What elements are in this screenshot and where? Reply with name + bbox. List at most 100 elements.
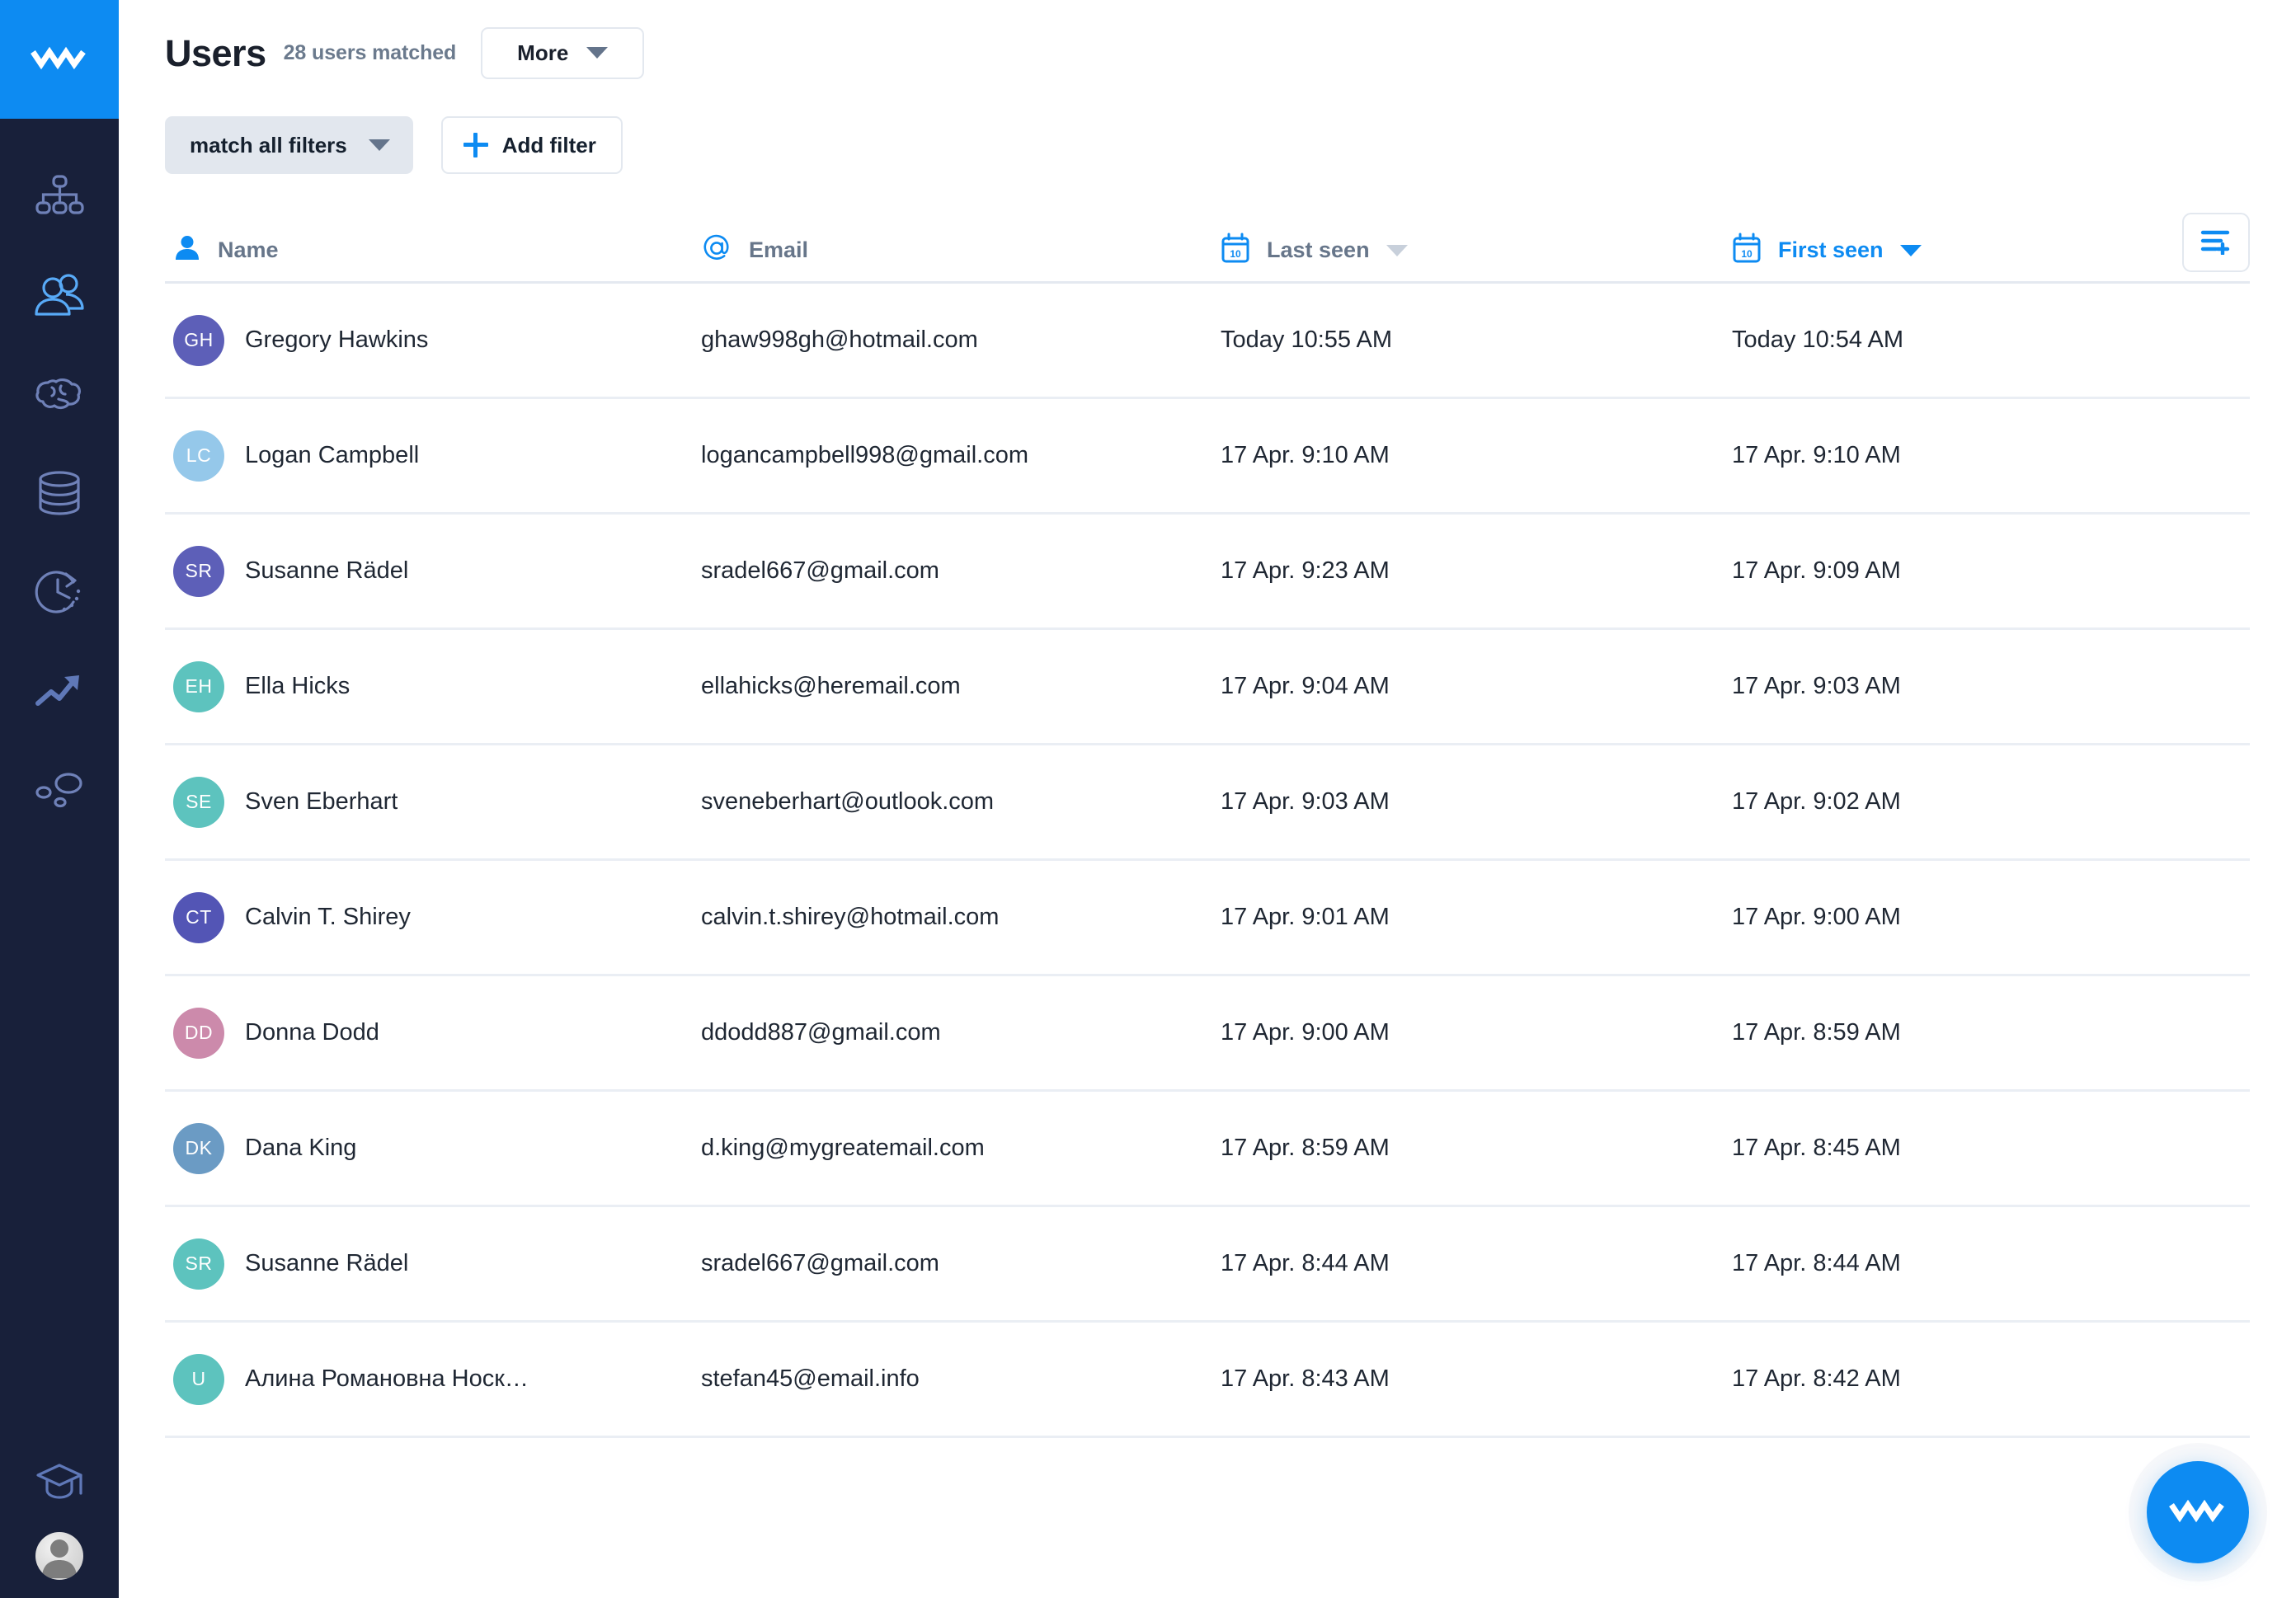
database-icon	[36, 470, 82, 516]
sidebar-item-users[interactable]	[0, 246, 119, 345]
avatar: DD	[173, 1008, 224, 1059]
cell-first-seen: 17 Apr. 9:03 AM	[1732, 673, 2243, 700]
cell-first-seen: 17 Apr. 9:02 AM	[1732, 788, 2243, 815]
user-name: Ella Hicks	[245, 673, 350, 700]
cell-name: LC Logan Campbell	[165, 430, 701, 482]
match-mode-label: match all filters	[190, 133, 347, 158]
cell-last-seen: 17 Apr. 9:04 AM	[1221, 673, 1732, 700]
plus-icon	[463, 133, 488, 157]
cell-name: SR Susanne Rädel	[165, 546, 701, 597]
cell-first-seen: 17 Apr. 9:10 AM	[1732, 442, 2243, 469]
table-row[interactable]: DKDana Kingd.king@mygreatemail.com17 Apr…	[165, 1092, 2250, 1207]
org-hierarchy-icon	[34, 173, 85, 219]
table-row[interactable]: SESven Eberhartsveneberhart@outlook.com1…	[165, 745, 2250, 861]
add-column-button[interactable]	[2182, 213, 2250, 272]
sidebar-item-history[interactable]	[0, 543, 119, 642]
cell-first-seen: Today 10:54 AM	[1732, 327, 2243, 354]
sidebar-item-insights[interactable]	[0, 345, 119, 444]
sidebar-item-trends[interactable]	[0, 642, 119, 740]
sidebar-item-academy[interactable]	[0, 1435, 119, 1532]
match-count-label: 28 users matched	[284, 41, 457, 65]
page-title: Users	[165, 35, 266, 72]
column-header-name[interactable]: Name	[165, 234, 701, 266]
cell-email: sradel667@gmail.com	[701, 557, 1221, 585]
clock-history-icon	[35, 569, 84, 615]
table-row[interactable]: SR Susanne Rädel sradel667@gmail.com 17 Apr…	[165, 515, 2250, 630]
messenger-launcher-button[interactable]	[2147, 1461, 2249, 1563]
user-name: Logan Campbell	[245, 442, 419, 469]
table-row[interactable]: UАлина Романовна Носк…stefan45@email.inf…	[165, 1323, 2250, 1438]
cell-name: DK Dana King	[165, 1123, 701, 1174]
column-header-email-label: Email	[749, 237, 808, 263]
sidebar-nav	[0, 119, 119, 839]
cell-name: SRSusanne Rädel	[165, 1238, 701, 1290]
sort-caret-icon[interactable]	[1900, 245, 1922, 256]
cell-last-seen: 17 Apr. 9:03 AM	[1221, 788, 1732, 815]
cell-first-seen: 17 Apr. 9:09 AM	[1732, 557, 2243, 585]
more-button-label: More	[517, 40, 568, 66]
sort-caret-icon[interactable]	[1386, 245, 1408, 256]
table-body: GHGregory Hawkinsghaw998gh@hotmail.comTo…	[165, 284, 2250, 1438]
avatar: CT	[173, 892, 224, 943]
users-table-wrapper: Name Email	[119, 219, 2296, 1438]
cell-email: ellahicks@heremail.com	[701, 673, 1221, 700]
user-name: Susanne Rädel	[245, 557, 408, 585]
column-header-first-seen-label: First seen	[1778, 237, 1884, 263]
table-row[interactable]: CTCalvin T. Shireycalvin.t.shirey@hotmai…	[165, 861, 2250, 976]
filter-bar: match all filters Add filter	[119, 116, 2296, 174]
avatar: U	[173, 1354, 224, 1405]
user-name: Calvin T. Shirey	[245, 904, 411, 931]
table-row[interactable]: LCLogan Campbelllogancampbell998@gmail.c…	[165, 399, 2250, 515]
add-column-icon	[2200, 227, 2232, 259]
app-logo[interactable]	[0, 0, 119, 119]
match-mode-dropdown[interactable]: match all filters	[165, 116, 413, 174]
column-header-first-seen[interactable]: 10 First seen	[1732, 233, 2243, 268]
sidebar-item-segments[interactable]	[0, 740, 119, 839]
cell-last-seen: Today 10:55 AM	[1221, 327, 1732, 354]
table-row[interactable]: DDDonna Doddddodd887@gmail.com17 Apr. 9:…	[165, 976, 2250, 1092]
sidebar-item-data[interactable]	[0, 444, 119, 543]
trending-up-icon	[35, 672, 84, 710]
avatar: DK	[173, 1123, 224, 1174]
main-content: Users 28 users matched More match all fi…	[119, 0, 2296, 1598]
user-name: Алина Романовна Носк…	[245, 1365, 529, 1393]
avatar: LC	[173, 430, 224, 482]
avatar: EH	[173, 661, 224, 712]
add-filter-button[interactable]: Add filter	[441, 116, 623, 174]
avatar: SE	[173, 777, 224, 828]
sidebar	[0, 0, 119, 1598]
cell-last-seen: 17 Apr. 8:59 AM	[1221, 1135, 1732, 1162]
cell-first-seen: 17 Apr. 8:45 AM	[1732, 1135, 2243, 1162]
cell-name: GHGregory Hawkins	[165, 315, 701, 366]
user-name: Sven Eberhart	[245, 788, 398, 815]
cell-email: sveneberhart@outlook.com	[701, 788, 1221, 815]
users-icon	[33, 273, 86, 317]
column-header-last-seen-label: Last seen	[1267, 237, 1370, 263]
graduation-cap-icon	[35, 1460, 83, 1507]
avatar: SR	[173, 546, 224, 597]
cell-email: sradel667@gmail.com	[701, 1250, 1221, 1277]
at-sign-icon	[701, 233, 732, 268]
cell-first-seen: 17 Apr. 8:59 AM	[1732, 1019, 2243, 1046]
cell-name: EH Ella Hicks	[165, 661, 701, 712]
table-row[interactable]: SRSusanne Rädelsradel667@gmail.com17 Apr…	[165, 1207, 2250, 1323]
cell-email: d.king@mygreatemail.com	[701, 1135, 1221, 1162]
svg-text:10: 10	[1230, 248, 1241, 260]
column-header-last-seen[interactable]: 10 Last seen	[1221, 233, 1732, 268]
cell-last-seen: 17 Apr. 9:00 AM	[1221, 1019, 1732, 1046]
table-header-row: Name Email	[165, 219, 2250, 284]
cell-first-seen: 17 Apr. 8:42 AM	[1732, 1365, 2243, 1393]
more-button[interactable]: More	[481, 27, 644, 79]
cell-name: DD Donna Dodd	[165, 1008, 701, 1059]
zigzag-w-logo-icon	[31, 44, 88, 76]
user-name: Dana King	[245, 1135, 356, 1162]
table-row[interactable]: EHElla Hicksellahicks@heremail.com17 Apr…	[165, 630, 2250, 745]
column-header-email[interactable]: Email	[701, 233, 1221, 268]
user-name: Donna Dodd	[245, 1019, 379, 1046]
account-avatar[interactable]	[35, 1532, 83, 1580]
cell-name: CT Calvin T. Shirey	[165, 892, 701, 943]
cell-name: U Алина Романовна Носк…	[165, 1354, 701, 1405]
sidebar-item-organization[interactable]	[0, 147, 119, 246]
table-row[interactable]: GHGregory Hawkinsghaw998gh@hotmail.comTo…	[165, 284, 2250, 399]
users-table: Name Email	[165, 219, 2250, 1438]
